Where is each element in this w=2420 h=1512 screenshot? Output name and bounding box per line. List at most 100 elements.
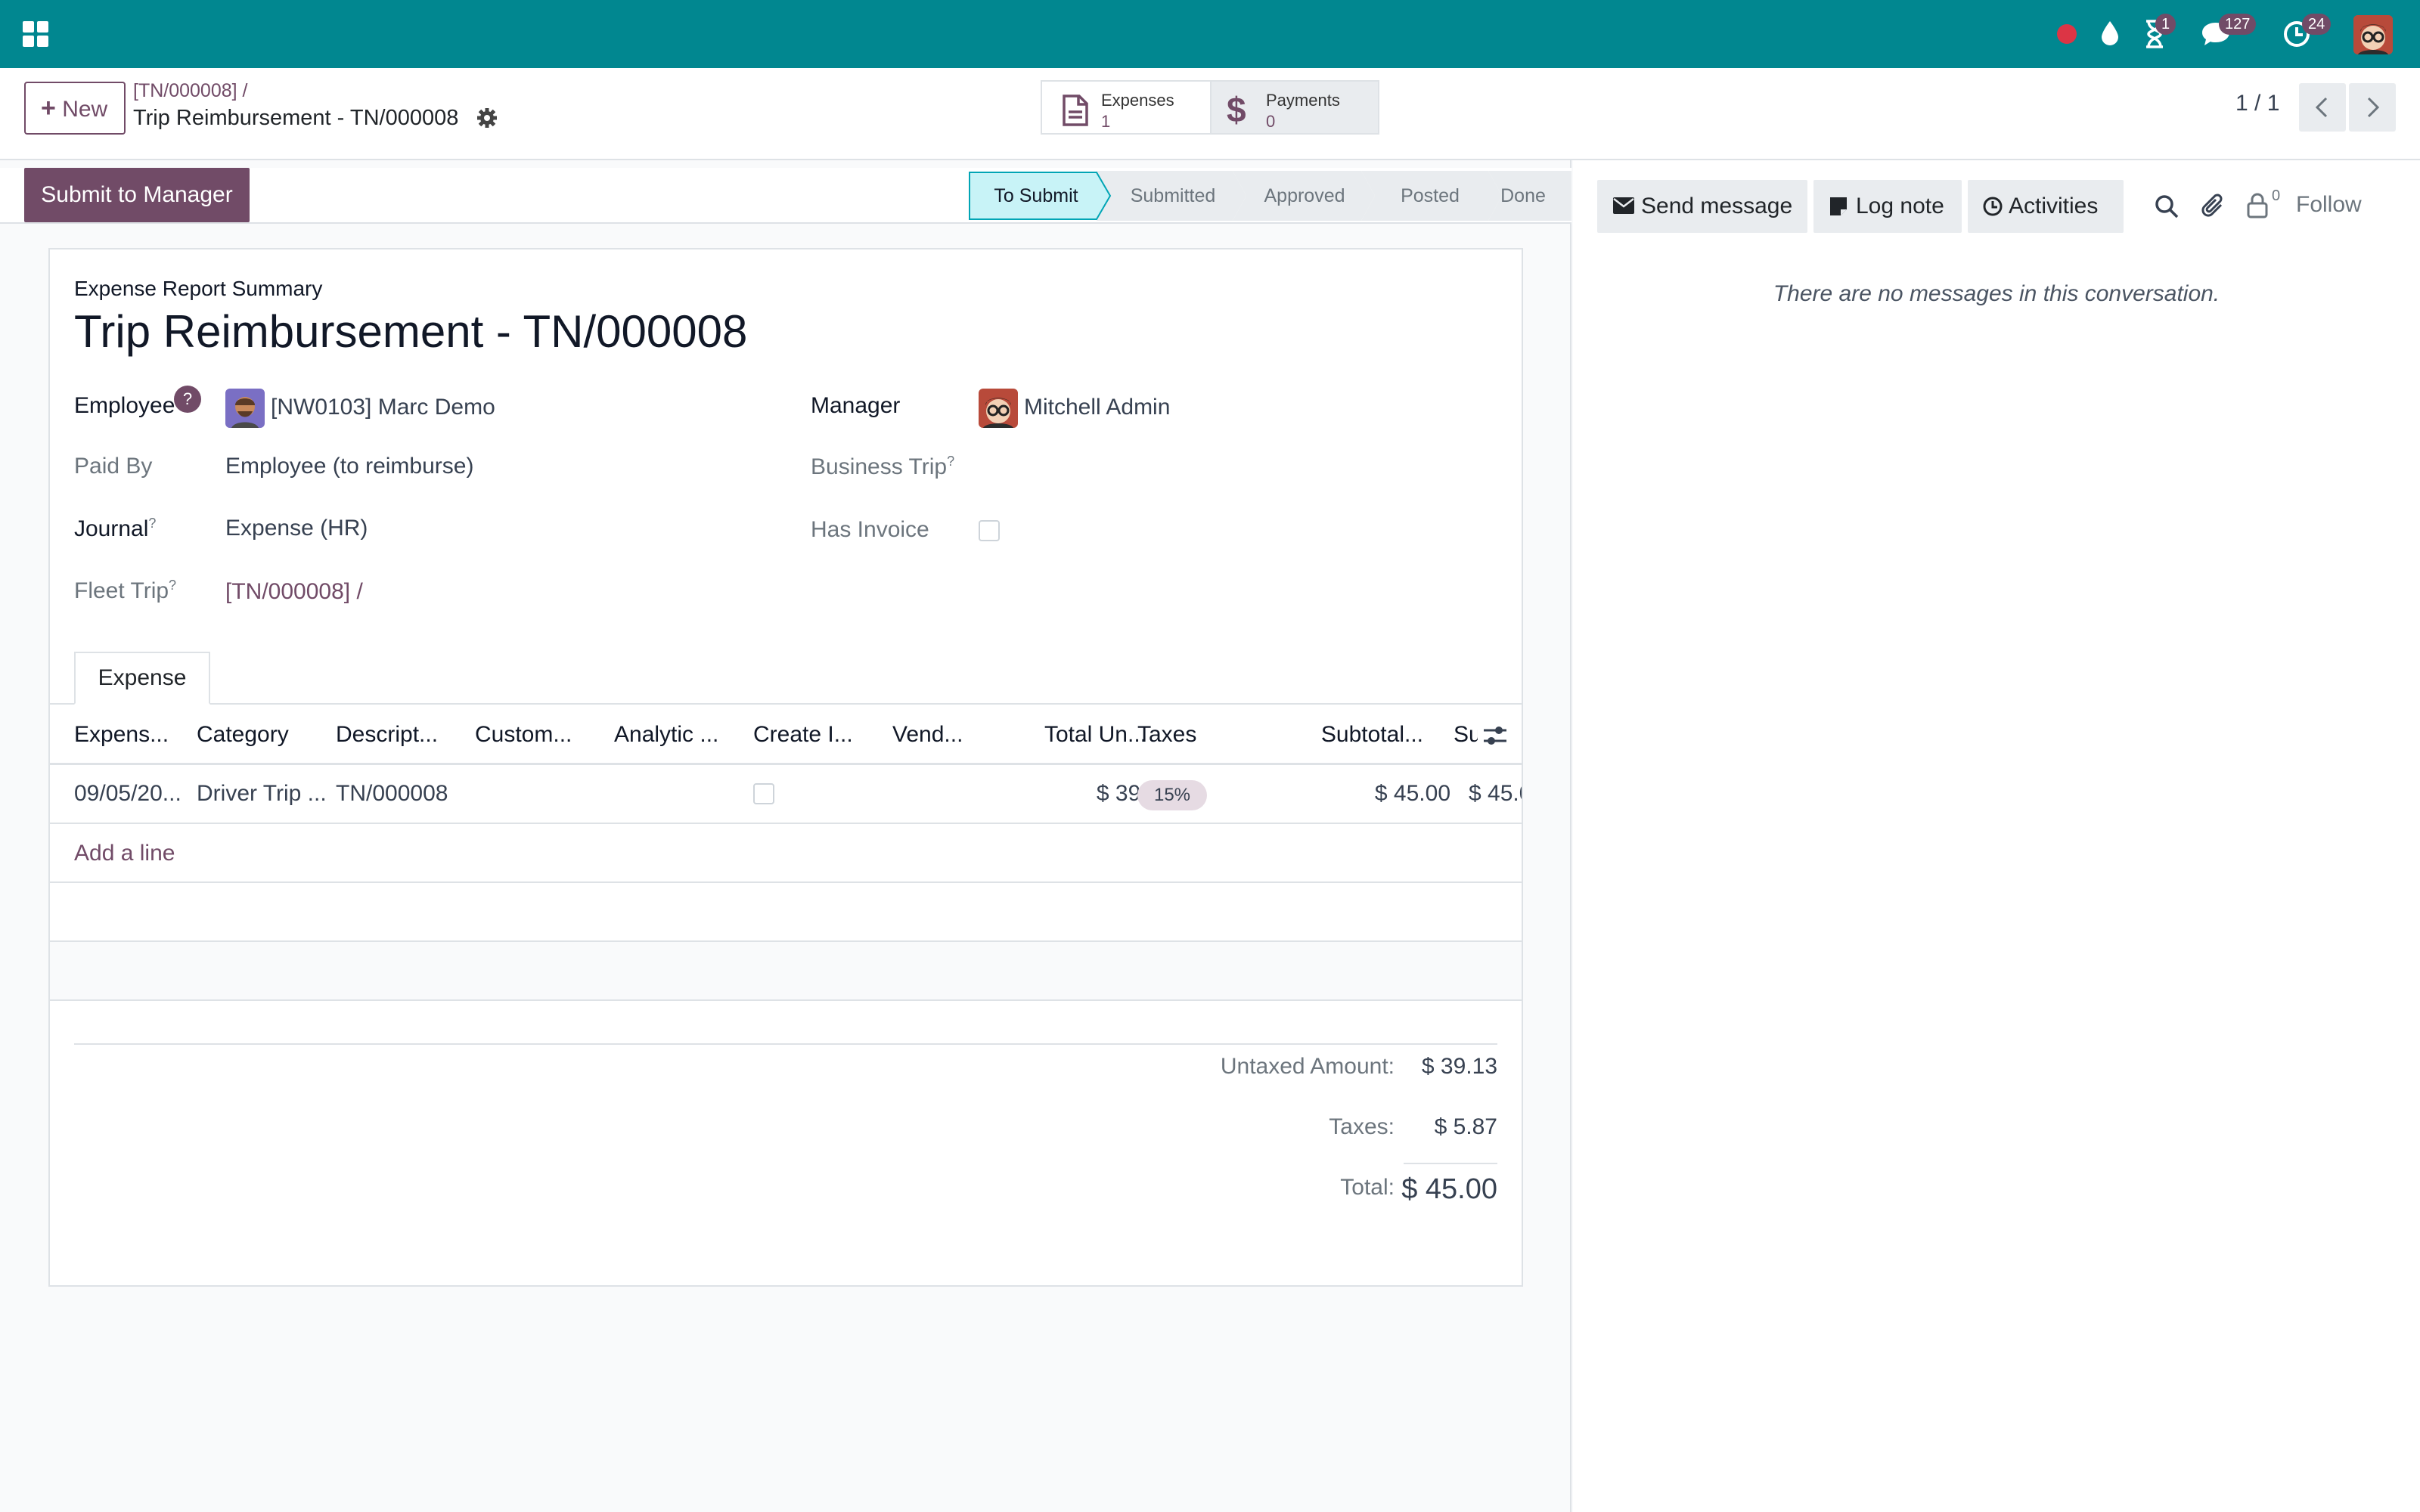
row-expense-date[interactable]: 09/05/20... [74, 765, 188, 823]
follow-button[interactable]: Follow [2296, 192, 2362, 218]
column-header-total-unit[interactable]: Total Un... [1018, 705, 1146, 765]
column-header-expense-date[interactable]: Expens... [74, 705, 188, 765]
tab-expense[interactable]: Expense [74, 652, 210, 705]
search-icon[interactable] [2154, 194, 2180, 219]
manager-value[interactable]: Mitchell Admin [1024, 395, 1170, 420]
stage-to-submit[interactable]: To Submit [970, 171, 1103, 221]
column-header-vendor[interactable]: Vend... [892, 705, 998, 765]
log-note-button[interactable]: Log note [1813, 180, 1962, 233]
droplet-icon[interactable] [2099, 20, 2121, 47]
pager-previous-button[interactable] [2299, 83, 2346, 132]
submit-to-manager-button[interactable]: Submit to Manager [24, 168, 250, 222]
new-button-label: New [62, 97, 108, 122]
table-row[interactable]: 09/05/20... Driver Trip ... TN/000008 $ … [50, 765, 1522, 824]
column-header-description[interactable]: Descript... [336, 705, 464, 765]
total-divider [1404, 1163, 1497, 1164]
activities-label: Activities [2009, 194, 2099, 218]
employee-value[interactable]: [NW0103] Marc Demo [271, 395, 495, 420]
pager-next-button[interactable] [2349, 83, 2396, 132]
journal-label: Journal? [74, 516, 156, 542]
row-create-invoice-checkbox[interactable] [753, 783, 774, 804]
apps-menu-icon[interactable] [23, 21, 48, 47]
journal-value[interactable]: Expense (HR) [225, 516, 368, 541]
document-icon [1062, 94, 1089, 127]
breadcrumb-current: Trip Reimbursement - TN/000008 [133, 106, 459, 130]
top-navbar: 1 127 24 [0, 0, 2420, 68]
stage-approved[interactable]: Approved [1240, 171, 1369, 221]
expenses-label: Expenses [1101, 91, 1174, 110]
taxes-value: $ 5.87 [1434, 1114, 1497, 1139]
total-label: Total: [1340, 1175, 1395, 1200]
form-caption: Expense Report Summary [74, 277, 323, 300]
optional-columns-icon[interactable] [1482, 724, 1508, 747]
employee-label: Employee [74, 393, 175, 419]
chatter-panel: Send message Log note Activities 0 Follo… [1573, 160, 2420, 1512]
add-line-row: Add a line [50, 824, 1522, 883]
paperclip-icon[interactable] [2201, 192, 2226, 221]
pager-value[interactable]: 1 / 1 [2235, 91, 2279, 116]
new-button[interactable]: + New [24, 82, 126, 135]
has-invoice-checkbox[interactable] [979, 520, 1000, 541]
expenses-count: 1 [1101, 112, 1111, 131]
expenses-smart-button[interactable]: Expenses 1 [1041, 80, 1212, 135]
fleet-trip-label: Fleet Trip? [74, 578, 176, 604]
payments-smart-button[interactable]: $ Payments 0 [1210, 80, 1379, 135]
form-title[interactable]: Trip Reimbursement - TN/000008 [74, 305, 747, 358]
untaxed-amount-value: $ 39.13 [1421, 1054, 1497, 1079]
add-line-link[interactable]: Add a line [74, 841, 175, 866]
column-header-taxes[interactable]: Taxes [1137, 705, 1228, 765]
manager-avatar [979, 389, 1018, 428]
activities-button[interactable]: Activities [1968, 180, 2124, 233]
expense-table-header: Expens... Category Descript... Custom...… [50, 705, 1522, 765]
control-panel: + New [TN/000008] / Trip Reimbursement -… [0, 68, 2420, 160]
plus-icon: + [41, 94, 56, 122]
untaxed-amount-label: Untaxed Amount: [1220, 1054, 1395, 1079]
stage-posted[interactable]: Posted [1369, 171, 1491, 221]
column-header-analytic[interactable]: Analytic ... [614, 705, 743, 765]
send-message-button[interactable]: Send message [1597, 180, 1807, 233]
stage-submitted[interactable]: Submitted [1110, 171, 1236, 221]
taxes-label: Taxes: [1329, 1114, 1395, 1139]
followers-count: 0 [2272, 187, 2281, 204]
activity-badge: 1 [2155, 14, 2176, 35]
gear-icon[interactable] [476, 107, 498, 129]
manager-label: Manager [811, 393, 901, 418]
row-subtotal[interactable]: $ 45.00 [1287, 765, 1450, 823]
paid-by-value[interactable]: Employee (to reimburse) [225, 454, 473, 479]
fleet-trip-link[interactable]: [TN/000008] / [225, 579, 363, 605]
form-statusbar: Submit to Manager To Submit Submitted Ap… [0, 168, 1571, 224]
record-status-icon[interactable] [2057, 24, 2077, 44]
send-message-label: Send message [1641, 194, 1793, 218]
business-trip-help-mark[interactable]: ? [947, 454, 954, 469]
column-header-total[interactable]: Su [1454, 705, 1478, 765]
row-tax-badge[interactable]: 15% [1137, 780, 1207, 810]
column-header-create-invoice[interactable]: Create I... [753, 705, 874, 765]
row-total[interactable]: $ 45.0 [1469, 765, 1522, 823]
journal-help-mark[interactable]: ? [148, 516, 156, 531]
empty-row [50, 883, 1522, 942]
row-category[interactable]: Driver Trip ... [197, 765, 325, 823]
column-header-customer[interactable]: Custom... [475, 705, 603, 765]
fleet-trip-label-text: Fleet Trip [74, 578, 169, 603]
totals-divider [74, 1043, 1497, 1045]
empty-conversation-text: There are no messages in this conversati… [1773, 281, 2220, 306]
dollar-icon: $ [1227, 90, 1246, 129]
log-note-label: Log note [1856, 194, 1944, 218]
column-header-subtotal[interactable]: Subtotal... [1287, 705, 1423, 765]
fleet-trip-help-mark[interactable]: ? [169, 578, 176, 593]
employee-avatar [225, 389, 265, 428]
employee-help-icon[interactable]: ? [174, 386, 201, 413]
stage-done[interactable]: Done [1491, 171, 1555, 221]
payments-label: Payments [1266, 91, 1340, 110]
user-avatar[interactable] [2353, 15, 2393, 54]
breadcrumb-parent-link[interactable]: [TN/000008] / [133, 80, 247, 102]
total-value: $ 45.00 [1401, 1173, 1497, 1205]
has-invoice-label: Has Invoice [811, 517, 929, 542]
row-description[interactable]: TN/000008 [336, 765, 464, 823]
followers-lock-icon[interactable] [2246, 192, 2269, 219]
journal-label-text: Journal [74, 516, 149, 541]
column-header-category[interactable]: Category [197, 705, 325, 765]
payments-count: 0 [1266, 112, 1276, 131]
business-trip-label-text: Business Trip [811, 454, 948, 479]
messages-badge: 127 [2219, 14, 2257, 35]
